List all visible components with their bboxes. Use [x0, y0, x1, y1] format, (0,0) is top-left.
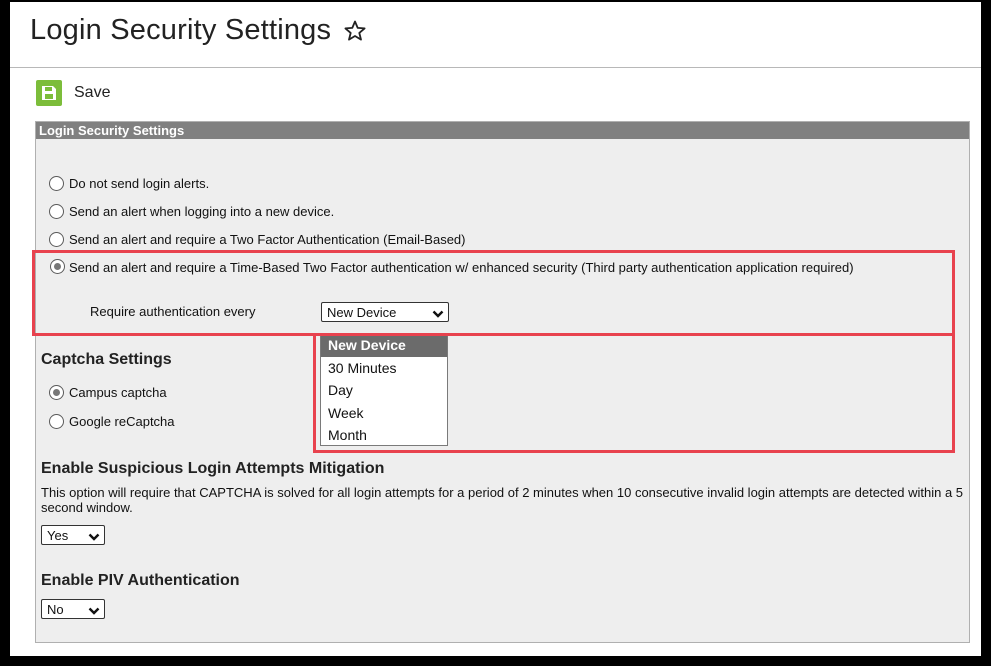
require-auth-label: Require authentication every — [90, 304, 256, 319]
piv-auth-title: Enable PIV Authentication — [41, 572, 240, 589]
dropdown-option[interactable]: 30 Minutes — [321, 357, 447, 380]
title-divider — [10, 67, 981, 68]
chevron-down-icon — [88, 530, 100, 545]
captcha-settings-title: Captcha Settings — [41, 351, 172, 368]
star-icon[interactable] — [343, 19, 367, 43]
radio-button[interactable] — [49, 232, 64, 247]
dropdown-option[interactable]: New Device — [321, 334, 447, 357]
dropdown-option[interactable]: Week — [321, 402, 447, 425]
require-auth-dropdown: New Device 30 Minutes Day Week Month — [320, 333, 448, 446]
dropdown-option[interactable]: Day — [321, 379, 447, 402]
suspicious-login-title: Enable Suspicious Login Attempts Mitigat… — [41, 460, 385, 477]
save-label: Save — [74, 84, 111, 101]
select-value: New Device — [327, 304, 397, 320]
select-value: No — [47, 601, 64, 617]
page-title: Login Security Settings — [30, 14, 332, 46]
radio-button[interactable] — [50, 259, 65, 274]
login-security-panel: Login Security Settings — [35, 121, 970, 643]
option-label: Send an alert when logging into a new de… — [69, 204, 335, 219]
option-label: Google reCaptcha — [69, 414, 175, 429]
radio-button[interactable] — [49, 414, 64, 429]
chevron-down-icon — [88, 604, 100, 619]
radio-button[interactable] — [49, 204, 64, 219]
option-label: Send an alert and require a Two Factor A… — [69, 232, 466, 247]
radio-button[interactable] — [49, 176, 64, 191]
option-label: Campus captcha — [69, 385, 167, 400]
alert-option-time-based-2fa[interactable]: Send an alert and require a Time-Based T… — [42, 259, 962, 276]
floppy-disk-icon — [36, 80, 62, 106]
chevron-down-icon — [432, 307, 444, 322]
option-label: Do not send login alerts. — [69, 176, 210, 191]
captcha-option-campus[interactable]: Campus captcha — [49, 385, 167, 400]
save-button[interactable]: Save — [36, 80, 110, 106]
panel-header: Login Security Settings — [36, 122, 969, 139]
radio-button[interactable] — [49, 385, 64, 400]
page-title-bar: Login Security Settings — [30, 14, 367, 47]
alert-option-no-alerts[interactable]: Do not send login alerts. — [49, 176, 209, 191]
piv-auth-select[interactable]: No — [41, 599, 105, 619]
option-label: Send an alert and require a Time-Based T… — [69, 260, 854, 275]
alert-option-new-device[interactable]: Send an alert when logging into a new de… — [49, 204, 334, 219]
require-auth-select[interactable]: New Device — [321, 302, 449, 322]
alert-option-email-2fa[interactable]: Send an alert and require a Two Factor A… — [49, 232, 465, 247]
captcha-option-google[interactable]: Google reCaptcha — [49, 414, 175, 429]
suspicious-login-description: This option will require that CAPTCHA is… — [41, 485, 964, 515]
dropdown-option[interactable]: Month — [321, 424, 447, 447]
select-value: Yes — [47, 527, 69, 543]
suspicious-login-select[interactable]: Yes — [41, 525, 105, 545]
